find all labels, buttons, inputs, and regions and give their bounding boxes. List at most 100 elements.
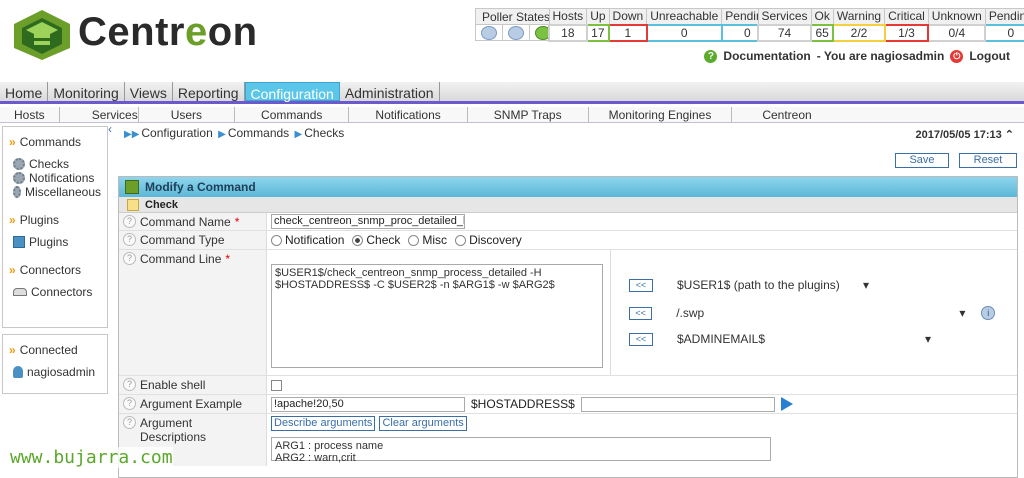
save-button[interactable]: Save bbox=[895, 153, 949, 168]
reset-button[interactable]: Reset bbox=[959, 153, 1017, 168]
gear-icon bbox=[13, 186, 21, 198]
hosts-down-header[interactable]: Down bbox=[608, 8, 648, 25]
poller-states-header: Poller States bbox=[475, 8, 557, 25]
hostaddress-input[interactable] bbox=[580, 396, 775, 412]
command-type-row: ? Command Type Notification Check Misc Di… bbox=[119, 231, 1017, 250]
help-icon[interactable]: ? bbox=[123, 252, 136, 265]
command-line-textarea[interactable]: $USER1$/check_centreon_snmp_process_deta… bbox=[271, 264, 603, 368]
submenu-monitoring-engines[interactable]: Monitoring Engines bbox=[589, 107, 733, 122]
services-ok-header[interactable]: Ok bbox=[810, 8, 834, 25]
hostaddress-label: $HOSTADDRESS$ bbox=[471, 397, 575, 411]
sidebar-header-connectors: » Connectors bbox=[9, 263, 82, 277]
current-datetime: 2017/05/05 17:13 ⌃ bbox=[915, 129, 1014, 141]
type-check-radio[interactable]: Check bbox=[352, 233, 400, 247]
sidebar-item-checks[interactable]: Checks bbox=[9, 157, 101, 171]
dropdown-arrow-icon: ▾ bbox=[959, 306, 966, 320]
help-icon[interactable]: ? bbox=[123, 416, 136, 429]
menu-administration[interactable]: Administration bbox=[340, 82, 440, 101]
macro-2-select[interactable]: /.swp ▾ bbox=[676, 306, 965, 320]
sidebar-header-connected: » Connected bbox=[9, 343, 78, 357]
macro-3-select[interactable]: $ADMINEMAIL$ ▾ bbox=[677, 332, 931, 346]
services-ok[interactable]: 65 bbox=[810, 23, 835, 42]
submenu-services[interactable]: Services bbox=[60, 107, 139, 122]
macro-1-select[interactable]: $USER1$ (path to the plugins) ▾ bbox=[677, 278, 869, 292]
puzzle-icon bbox=[125, 180, 139, 194]
argument-example-label: ? Argument Example bbox=[119, 395, 267, 413]
describe-arguments-button[interactable]: Describe arguments bbox=[271, 416, 376, 431]
insert-macro-1-button[interactable]: << bbox=[629, 278, 653, 292]
breadcrumb-checks[interactable]: Checks bbox=[304, 126, 344, 140]
chevron-up-icon[interactable]: ⌃ bbox=[1005, 129, 1014, 141]
hosts-unreachable[interactable]: 0 bbox=[645, 23, 723, 42]
form-title: Modify a Command bbox=[119, 177, 1017, 197]
services-unknown-header[interactable]: Unknown bbox=[927, 8, 986, 25]
command-name-row: ? Command Name * check_centreon_snmp_proc_… bbox=[119, 213, 1017, 231]
sidebar-item-plugins[interactable]: Plugins bbox=[9, 235, 101, 249]
insert-macro-2-button[interactable]: << bbox=[629, 306, 653, 320]
menu-home[interactable]: Home bbox=[0, 82, 49, 101]
breadcrumb-commands[interactable]: Commands bbox=[228, 126, 289, 140]
play-icon[interactable] bbox=[780, 397, 793, 411]
argument-descriptions-textarea[interactable]: ARG1 : process name ARG2 : warn,crit bbox=[271, 437, 771, 464]
type-notification-radio[interactable]: Notification bbox=[271, 233, 344, 247]
services-critical-header[interactable]: Critical bbox=[884, 8, 929, 25]
gear-icon bbox=[13, 172, 25, 184]
sidebar-item-connectors[interactable]: Connectors bbox=[9, 285, 101, 299]
enable-shell-row: ? Enable shell bbox=[119, 376, 1017, 395]
command-form: Modify a Command Check ? Command Name * ch… bbox=[118, 176, 1018, 478]
enable-shell-label: ? Enable shell bbox=[119, 376, 267, 394]
menu-views[interactable]: Views bbox=[125, 82, 173, 101]
submenu-centreon[interactable]: Centreon bbox=[732, 107, 841, 122]
submenu-notifications[interactable]: Notifications bbox=[349, 107, 468, 122]
logout-link[interactable]: Logout bbox=[969, 49, 1010, 63]
command-name-input[interactable]: check_centreon_snmp_proc_detailed_buer bbox=[271, 214, 465, 229]
argument-example-row: ? Argument Example !apache!20,50 $HOSTADD… bbox=[119, 395, 1017, 414]
submenu-hosts[interactable]: Hosts bbox=[0, 107, 60, 122]
insert-macro-3-button[interactable]: << bbox=[629, 332, 653, 346]
services-total[interactable]: 74 bbox=[756, 23, 813, 42]
poller-db-button[interactable] bbox=[475, 24, 503, 41]
logout-icon[interactable]: ⏻ bbox=[950, 49, 964, 63]
services-critical[interactable]: 1/3 bbox=[883, 23, 930, 42]
sidebar-item-notifications[interactable]: Notifications bbox=[9, 171, 101, 185]
menu-configuration[interactable]: Configuration bbox=[244, 82, 340, 102]
sidebar-connected: » Connected nagiosadmin bbox=[2, 334, 108, 394]
collapse-sidebar-icon[interactable]: ‹ bbox=[108, 122, 112, 136]
services-warning-header[interactable]: Warning bbox=[832, 8, 886, 25]
breadcrumb-configuration[interactable]: Configuration bbox=[141, 126, 212, 140]
services-pending-header[interactable]: Pending bbox=[984, 8, 1024, 25]
command-name-label: ? Command Name * bbox=[119, 213, 267, 230]
hosts-unreachable-header[interactable]: Unreachable bbox=[646, 8, 723, 25]
services-warning[interactable]: 2/2 bbox=[832, 23, 886, 42]
services-header[interactable]: Services bbox=[757, 8, 812, 25]
info-icon[interactable]: i bbox=[981, 306, 995, 320]
menu-monitoring[interactable]: Monitoring bbox=[48, 82, 125, 101]
hosts-up-header[interactable]: Up bbox=[586, 8, 610, 25]
help-icon[interactable]: ? bbox=[123, 378, 136, 391]
header: Centreon Poller States Hosts Up Down Unr… bbox=[0, 0, 1024, 80]
hosts-down[interactable]: 1 bbox=[608, 23, 648, 42]
services-unknown[interactable]: 0/4 bbox=[927, 23, 987, 42]
submenu-users[interactable]: Users bbox=[139, 107, 236, 122]
submenu-snmp-traps[interactable]: SNMP Traps bbox=[468, 107, 589, 122]
hosts-header[interactable]: Hosts bbox=[548, 8, 588, 25]
type-misc-radio[interactable]: Misc bbox=[408, 233, 447, 247]
hosts-total[interactable]: 18 bbox=[548, 23, 588, 42]
argument-example-input[interactable]: !apache!20,50 bbox=[271, 396, 465, 412]
clear-arguments-button[interactable]: Clear arguments bbox=[379, 416, 467, 431]
main-menu: Home Monitoring Views Reporting Configur… bbox=[0, 82, 1024, 104]
documentation-link[interactable]: Documentation bbox=[723, 49, 810, 63]
dropdown-arrow-icon: ▾ bbox=[924, 332, 931, 346]
sidebar-item-miscellaneous[interactable]: Miscellaneous bbox=[9, 185, 101, 199]
services-pending[interactable]: 0 bbox=[984, 23, 1024, 42]
poller-latency-button[interactable] bbox=[502, 24, 530, 41]
database-icon bbox=[481, 25, 497, 40]
submenu-commands[interactable]: Commands bbox=[235, 107, 350, 122]
enable-shell-checkbox[interactable] bbox=[271, 379, 282, 391]
help-icon[interactable]: ? bbox=[123, 215, 136, 228]
help-icon[interactable]: ? bbox=[123, 397, 136, 410]
help-icon[interactable]: ? bbox=[123, 233, 136, 246]
type-discovery-radio[interactable]: Discovery bbox=[455, 233, 522, 247]
menu-reporting[interactable]: Reporting bbox=[173, 82, 245, 101]
hosts-up[interactable]: 17 bbox=[585, 23, 611, 42]
